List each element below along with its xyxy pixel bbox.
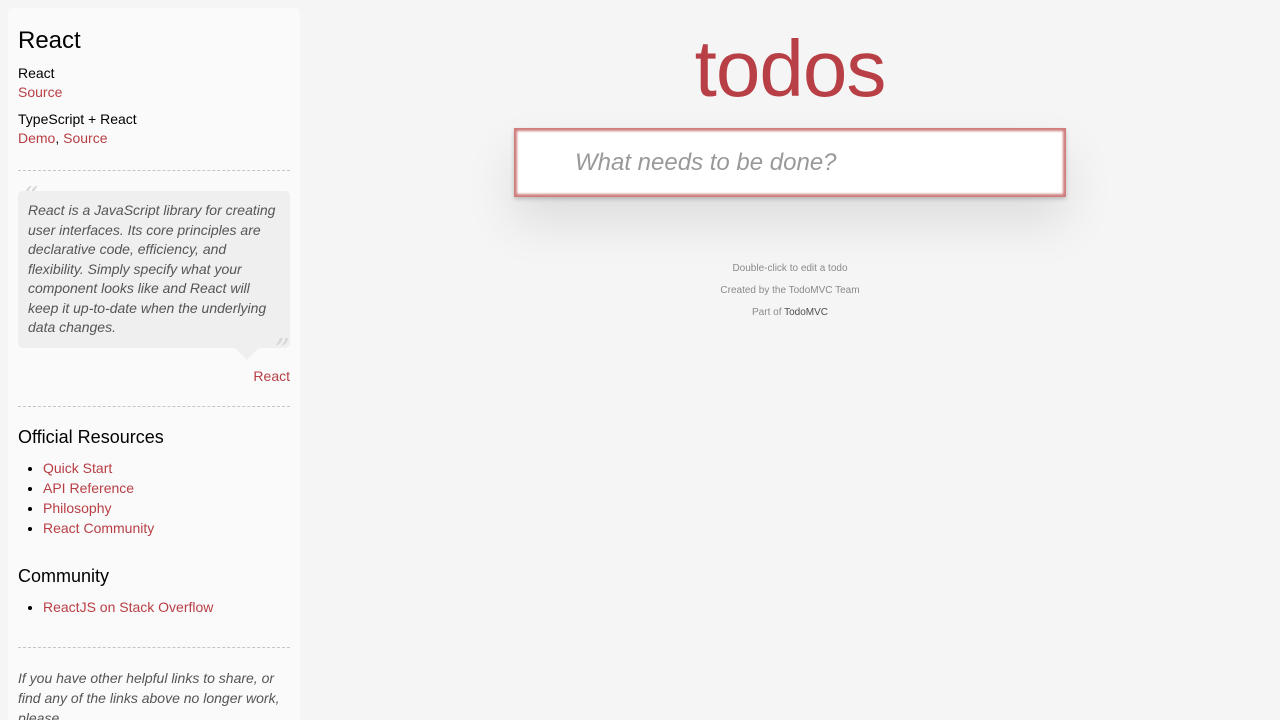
list-item: Quick Start: [43, 458, 290, 478]
footer-note: If you have other helpful links to share…: [18, 669, 280, 720]
todo-app: [514, 128, 1066, 197]
info-part-of: Part of TodoMVC: [752, 307, 828, 318]
resource-link-quick-start[interactable]: Quick Start: [43, 460, 112, 476]
divider: [18, 170, 290, 172]
new-todo-input[interactable]: [514, 128, 1066, 197]
list-item: React Community: [43, 518, 290, 538]
divider: [18, 646, 290, 648]
list-item: ReactJS on Stack Overflow: [43, 597, 290, 617]
community-link-stack-overflow[interactable]: ReactJS on Stack Overflow: [43, 599, 213, 615]
info-credits: Created by the TodoMVC Team: [720, 285, 860, 296]
sidebar-title: React: [18, 27, 81, 54]
todomvc-link[interactable]: TodoMVC: [784, 307, 828, 318]
info-edit-hint: Double-click to edit a todo: [732, 263, 848, 274]
community-title: Community: [18, 565, 110, 586]
list-item: API Reference: [43, 478, 290, 498]
community-list: ReactJS on Stack Overflow: [18, 597, 290, 617]
example-name: TypeScript + React: [18, 111, 137, 128]
resource-link-api-reference[interactable]: API Reference: [43, 480, 134, 496]
quote-text: React is a JavaScript library for creati…: [18, 191, 290, 348]
example-source-link[interactable]: Source: [18, 84, 62, 100]
resource-link-react-community[interactable]: React Community: [43, 520, 154, 536]
quote-source-link[interactable]: React: [253, 368, 290, 384]
quote-block: “ React is a JavaScript library for crea…: [18, 181, 290, 384]
example-demo-link[interactable]: Demo: [18, 130, 55, 146]
resource-link-philosophy[interactable]: Philosophy: [43, 500, 112, 516]
sidebar: React React Source TypeScript + React De…: [8, 8, 300, 720]
info-footer: Double-click to edit a todo Created by t…: [590, 258, 990, 324]
divider: [18, 405, 290, 407]
close-quote-icon: ”: [274, 333, 290, 369]
quote-tail: [234, 347, 260, 361]
example-name: React: [18, 65, 55, 82]
official-resources-list: Quick Start API Reference Philosophy Rea…: [18, 458, 290, 538]
example-typescript-react: TypeScript + React Demo, Source: [18, 110, 290, 148]
app-title: todos: [694, 24, 887, 113]
example-source-link[interactable]: Source: [63, 130, 107, 146]
list-item: Philosophy: [43, 498, 290, 518]
official-resources-title: Official Resources: [18, 426, 164, 447]
example-react: React Source: [18, 64, 290, 102]
